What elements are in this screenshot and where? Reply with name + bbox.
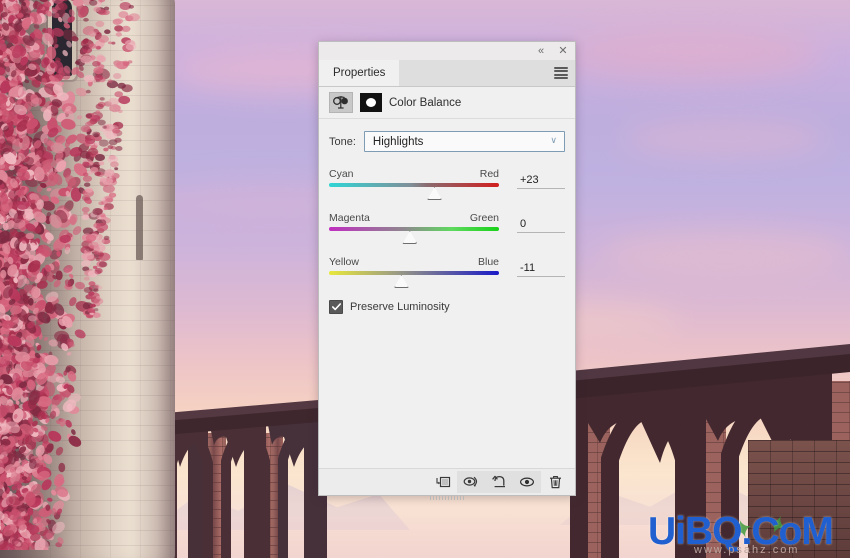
scales-icon bbox=[333, 96, 348, 109]
color-balance-icon bbox=[329, 92, 353, 113]
slider-value[interactable]: +23 bbox=[517, 174, 565, 189]
panel-menu-icon[interactable] bbox=[554, 67, 568, 79]
slider-labels: Cyan Red bbox=[329, 168, 499, 180]
slider-right-label: Blue bbox=[477, 256, 499, 268]
adjustment-title: Color Balance bbox=[389, 96, 462, 109]
eye-previous-icon bbox=[463, 476, 477, 487]
close-icon[interactable]: ✕ bbox=[557, 45, 569, 57]
ivy-svg bbox=[0, 0, 140, 550]
preserve-luminosity-row[interactable]: Preserve Luminosity bbox=[329, 300, 565, 314]
undo-arrow-icon bbox=[491, 475, 505, 488]
preserve-luminosity-checkbox[interactable] bbox=[329, 300, 343, 314]
clip-to-layer-icon bbox=[435, 476, 450, 488]
mask-shape bbox=[366, 98, 376, 107]
slider-magenta-green[interactable]: Magenta Green 0 bbox=[329, 212, 565, 244]
preserve-luminosity-label: Preserve Luminosity bbox=[350, 301, 450, 313]
properties-panel[interactable]: « ✕ Properties Color Balance Tone: Highl… bbox=[318, 41, 576, 500]
view-previous-state-button[interactable] bbox=[457, 471, 485, 493]
tone-select-value: Highlights bbox=[372, 135, 424, 148]
tab-properties[interactable]: Properties bbox=[319, 60, 400, 86]
clip-to-layer-button[interactable] bbox=[429, 471, 457, 493]
slider-value[interactable]: 0 bbox=[517, 218, 565, 233]
slider-left-label: Magenta bbox=[329, 212, 370, 224]
adjustment-header: Color Balance bbox=[319, 87, 575, 119]
trash-icon bbox=[549, 476, 561, 489]
slider-thumb[interactable] bbox=[402, 231, 418, 244]
slider-labels: Yellow Blue bbox=[329, 256, 499, 268]
toggle-visibility-button[interactable] bbox=[513, 471, 541, 493]
slider-left-label: Yellow bbox=[329, 256, 359, 268]
tone-select[interactable]: Highlights ∨ bbox=[363, 131, 565, 152]
slider-track[interactable] bbox=[329, 183, 499, 187]
chevron-down-icon: ∨ bbox=[550, 135, 557, 145]
collapse-icon[interactable]: « bbox=[535, 45, 547, 57]
slider-yellow-blue[interactable]: Yellow Blue -11 bbox=[329, 256, 565, 288]
tone-row: Tone: Highlights ∨ bbox=[329, 131, 565, 152]
panel-resize-grip[interactable] bbox=[430, 496, 464, 500]
slider-value[interactable]: -11 bbox=[517, 262, 565, 277]
color-balance-sliders: Cyan Red +23 Magenta Green 0 Yellow Blue -11 bbox=[329, 168, 565, 288]
panel-footer bbox=[319, 468, 575, 495]
panel-body: Tone: Highlights ∨ Cyan Red +23 Magenta Gree… bbox=[319, 119, 575, 468]
reset-button[interactable] bbox=[485, 471, 513, 493]
watermark: ✦ ✦ UiBQ.CoM www.psahz.com bbox=[648, 507, 848, 558]
slider-track[interactable] bbox=[329, 227, 499, 231]
cloud bbox=[560, 30, 820, 80]
check-icon bbox=[331, 303, 341, 311]
layer-mask-thumbnail[interactable] bbox=[360, 93, 382, 112]
delete-button[interactable] bbox=[541, 471, 569, 493]
cloud bbox=[620, 120, 830, 156]
slider-thumb[interactable] bbox=[427, 187, 443, 200]
slider-labels: Magenta Green bbox=[329, 212, 499, 224]
eye-icon bbox=[519, 477, 535, 487]
panel-tabbar: Properties bbox=[319, 60, 575, 87]
watermark-subtext: www.psahz.com bbox=[694, 544, 800, 556]
slider-cyan-red[interactable]: Cyan Red +23 bbox=[329, 168, 565, 200]
ivy-foliage bbox=[0, 0, 140, 550]
tone-label: Tone: bbox=[329, 135, 356, 148]
slider-left-label: Cyan bbox=[329, 168, 354, 180]
slider-right-label: Green bbox=[469, 212, 499, 224]
panel-titlebar[interactable]: « ✕ bbox=[319, 42, 575, 60]
slider-track[interactable] bbox=[329, 271, 499, 275]
cloud bbox=[600, 230, 850, 276]
slider-right-label: Red bbox=[479, 168, 499, 180]
slider-thumb[interactable] bbox=[393, 275, 409, 288]
